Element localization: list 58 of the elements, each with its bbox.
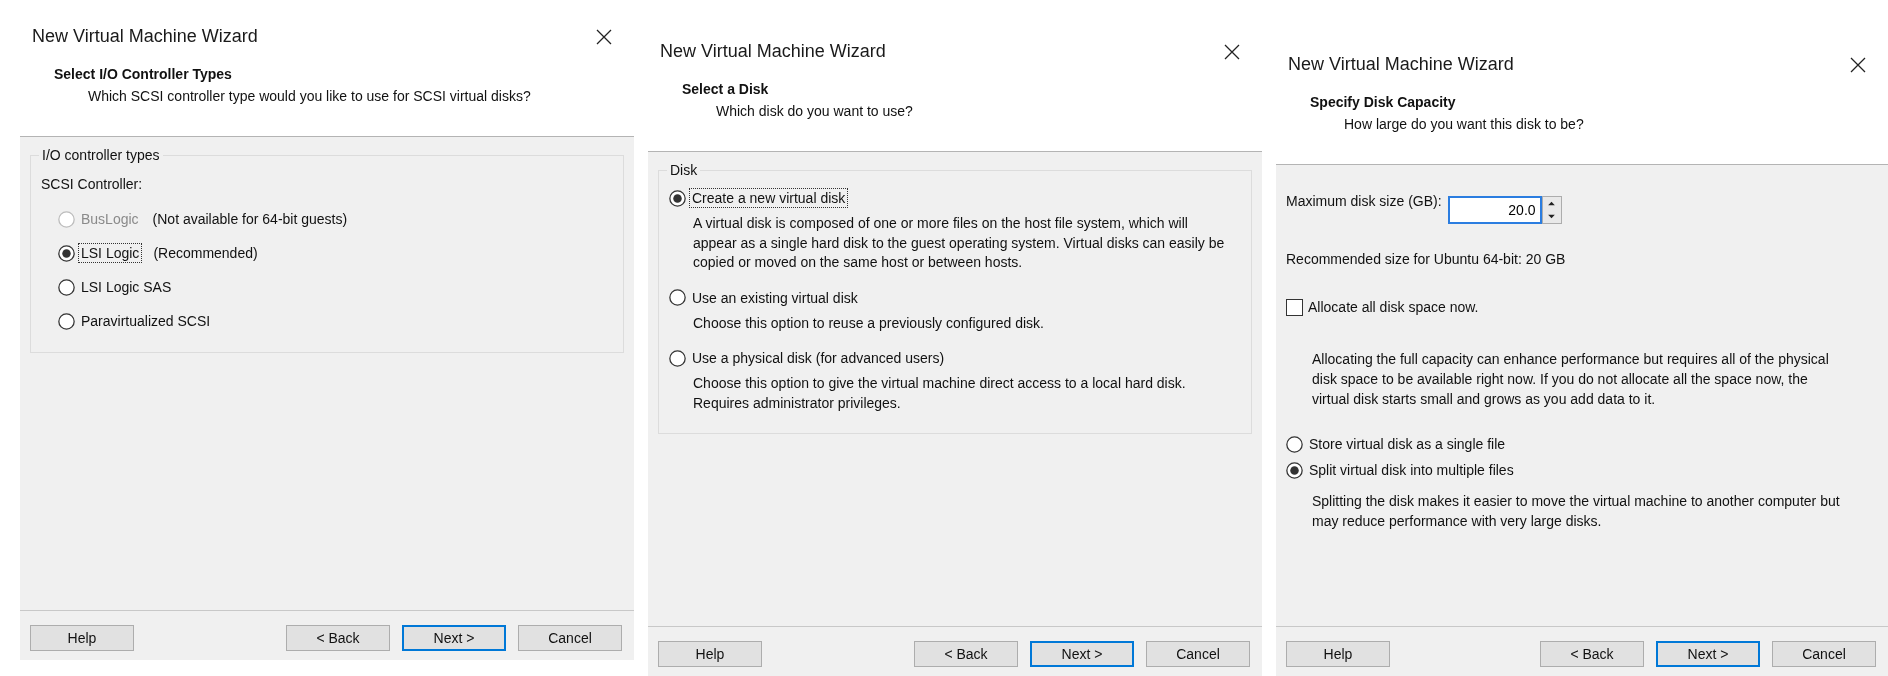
description-text: Splitting the disk makes it easier to move the virtual machine to another computer but may reduce performance with very large disks. bbox=[1311, 492, 1841, 531]
radio-label[interactable]: Split virtual disk into multiple files bbox=[1306, 460, 1517, 480]
checkbox-label[interactable]: Allocate all disk space now. bbox=[1305, 297, 1482, 317]
radio-label[interactable]: Create a new virtual disk bbox=[689, 188, 849, 208]
radio-button[interactable] bbox=[669, 189, 686, 207]
field-label: Maximum disk size (GB): bbox=[1286, 192, 1442, 211]
group-label: Disk bbox=[667, 162, 701, 178]
radio-button[interactable] bbox=[58, 312, 75, 330]
close-icon[interactable] bbox=[1850, 56, 1866, 73]
page-subheading: Which disk do you want to use? bbox=[715, 102, 914, 119]
radio-button[interactable] bbox=[1286, 461, 1303, 479]
description-text: Choose this option to reuse a previously configured disk. bbox=[692, 313, 1045, 333]
page-heading: Specify Disk Capacity bbox=[1309, 93, 1457, 110]
radio-label[interactable]: Use an existing virtual disk bbox=[689, 287, 861, 308]
dialog-button[interactable]: Help bbox=[658, 641, 762, 667]
radio-button[interactable] bbox=[669, 289, 686, 306]
page-subheading: Which SCSI controller type would you like to use for SCSI virtual disks? bbox=[87, 87, 532, 104]
radio-button[interactable] bbox=[1286, 435, 1303, 453]
group-label: I/O controller types bbox=[39, 147, 163, 163]
label-text: Recommended size for Ubuntu 64-bit: 20 GB bbox=[1286, 250, 1567, 269]
description-text: Choose this option to give the virtual machine direct access to a local hard disk. Requires administrator privileges. bbox=[692, 374, 1187, 413]
page-heading: Select a Disk bbox=[681, 80, 770, 97]
description-text: A virtual disk is composed of one or more files on the host file system, which will appear as a single hard disk to the guest operating system. Virtual disks can easily be copied or moved on the same host or between hosts. bbox=[692, 214, 1226, 272]
radio-label[interactable]: Use a physical disk (for advanced users) bbox=[689, 348, 948, 368]
dialog-button[interactable]: < Back bbox=[286, 625, 390, 651]
spin-buttons[interactable] bbox=[1541, 196, 1562, 224]
dialog-button[interactable]: < Back bbox=[914, 641, 1018, 667]
label-text: SCSI Controller: bbox=[41, 175, 144, 194]
spin-up-icon[interactable] bbox=[1547, 201, 1557, 206]
dialog-button[interactable]: < Back bbox=[1540, 641, 1644, 667]
spin-down-icon[interactable] bbox=[1547, 214, 1557, 219]
checkbox[interactable] bbox=[1286, 298, 1303, 316]
close-icon[interactable] bbox=[596, 28, 612, 45]
radio-button[interactable] bbox=[58, 244, 75, 262]
window-title: New Virtual Machine Wizard bbox=[660, 41, 886, 62]
dialog-button[interactable]: Cancel bbox=[518, 625, 622, 651]
radio-button[interactable] bbox=[669, 349, 686, 367]
dialog-button[interactable]: Cancel bbox=[1772, 641, 1876, 667]
close-icon[interactable] bbox=[1224, 43, 1240, 60]
dialog-button[interactable]: Cancel bbox=[1146, 641, 1250, 667]
note-text: (Not available for 64-bit guests) bbox=[152, 211, 348, 227]
dialog-button[interactable]: Next > bbox=[1656, 641, 1760, 667]
radio-label[interactable]: LSI Logic bbox=[78, 243, 143, 263]
page-subheading: How large do you want this disk to be? bbox=[1343, 115, 1585, 132]
description-text: Allocating the full capacity can enhance performance but requires all of the physical disk space to be available right now. If you do not allocate all the space now, the virtual disk starts small and grows as you add data to it. bbox=[1311, 350, 1830, 409]
note-text: (Recommended) bbox=[153, 245, 258, 261]
radio-label[interactable]: LSI Logic SAS bbox=[78, 277, 175, 297]
window-title: New Virtual Machine Wizard bbox=[32, 26, 258, 47]
radio-button[interactable] bbox=[58, 278, 75, 296]
page-heading: Select I/O Controller Types bbox=[53, 65, 233, 82]
dialog-button[interactable]: Help bbox=[30, 625, 134, 651]
radio-label[interactable]: Store virtual disk as a single file bbox=[1306, 434, 1509, 454]
radio-label[interactable]: Paravirtualized SCSI bbox=[78, 311, 214, 331]
dialog-button[interactable]: Next > bbox=[402, 625, 506, 651]
size-field[interactable]: 20.0 bbox=[1447, 196, 1542, 224]
dialog-button[interactable]: Help bbox=[1286, 641, 1390, 667]
dialog-button[interactable]: Next > bbox=[1030, 641, 1134, 667]
window-title: New Virtual Machine Wizard bbox=[1288, 54, 1514, 75]
